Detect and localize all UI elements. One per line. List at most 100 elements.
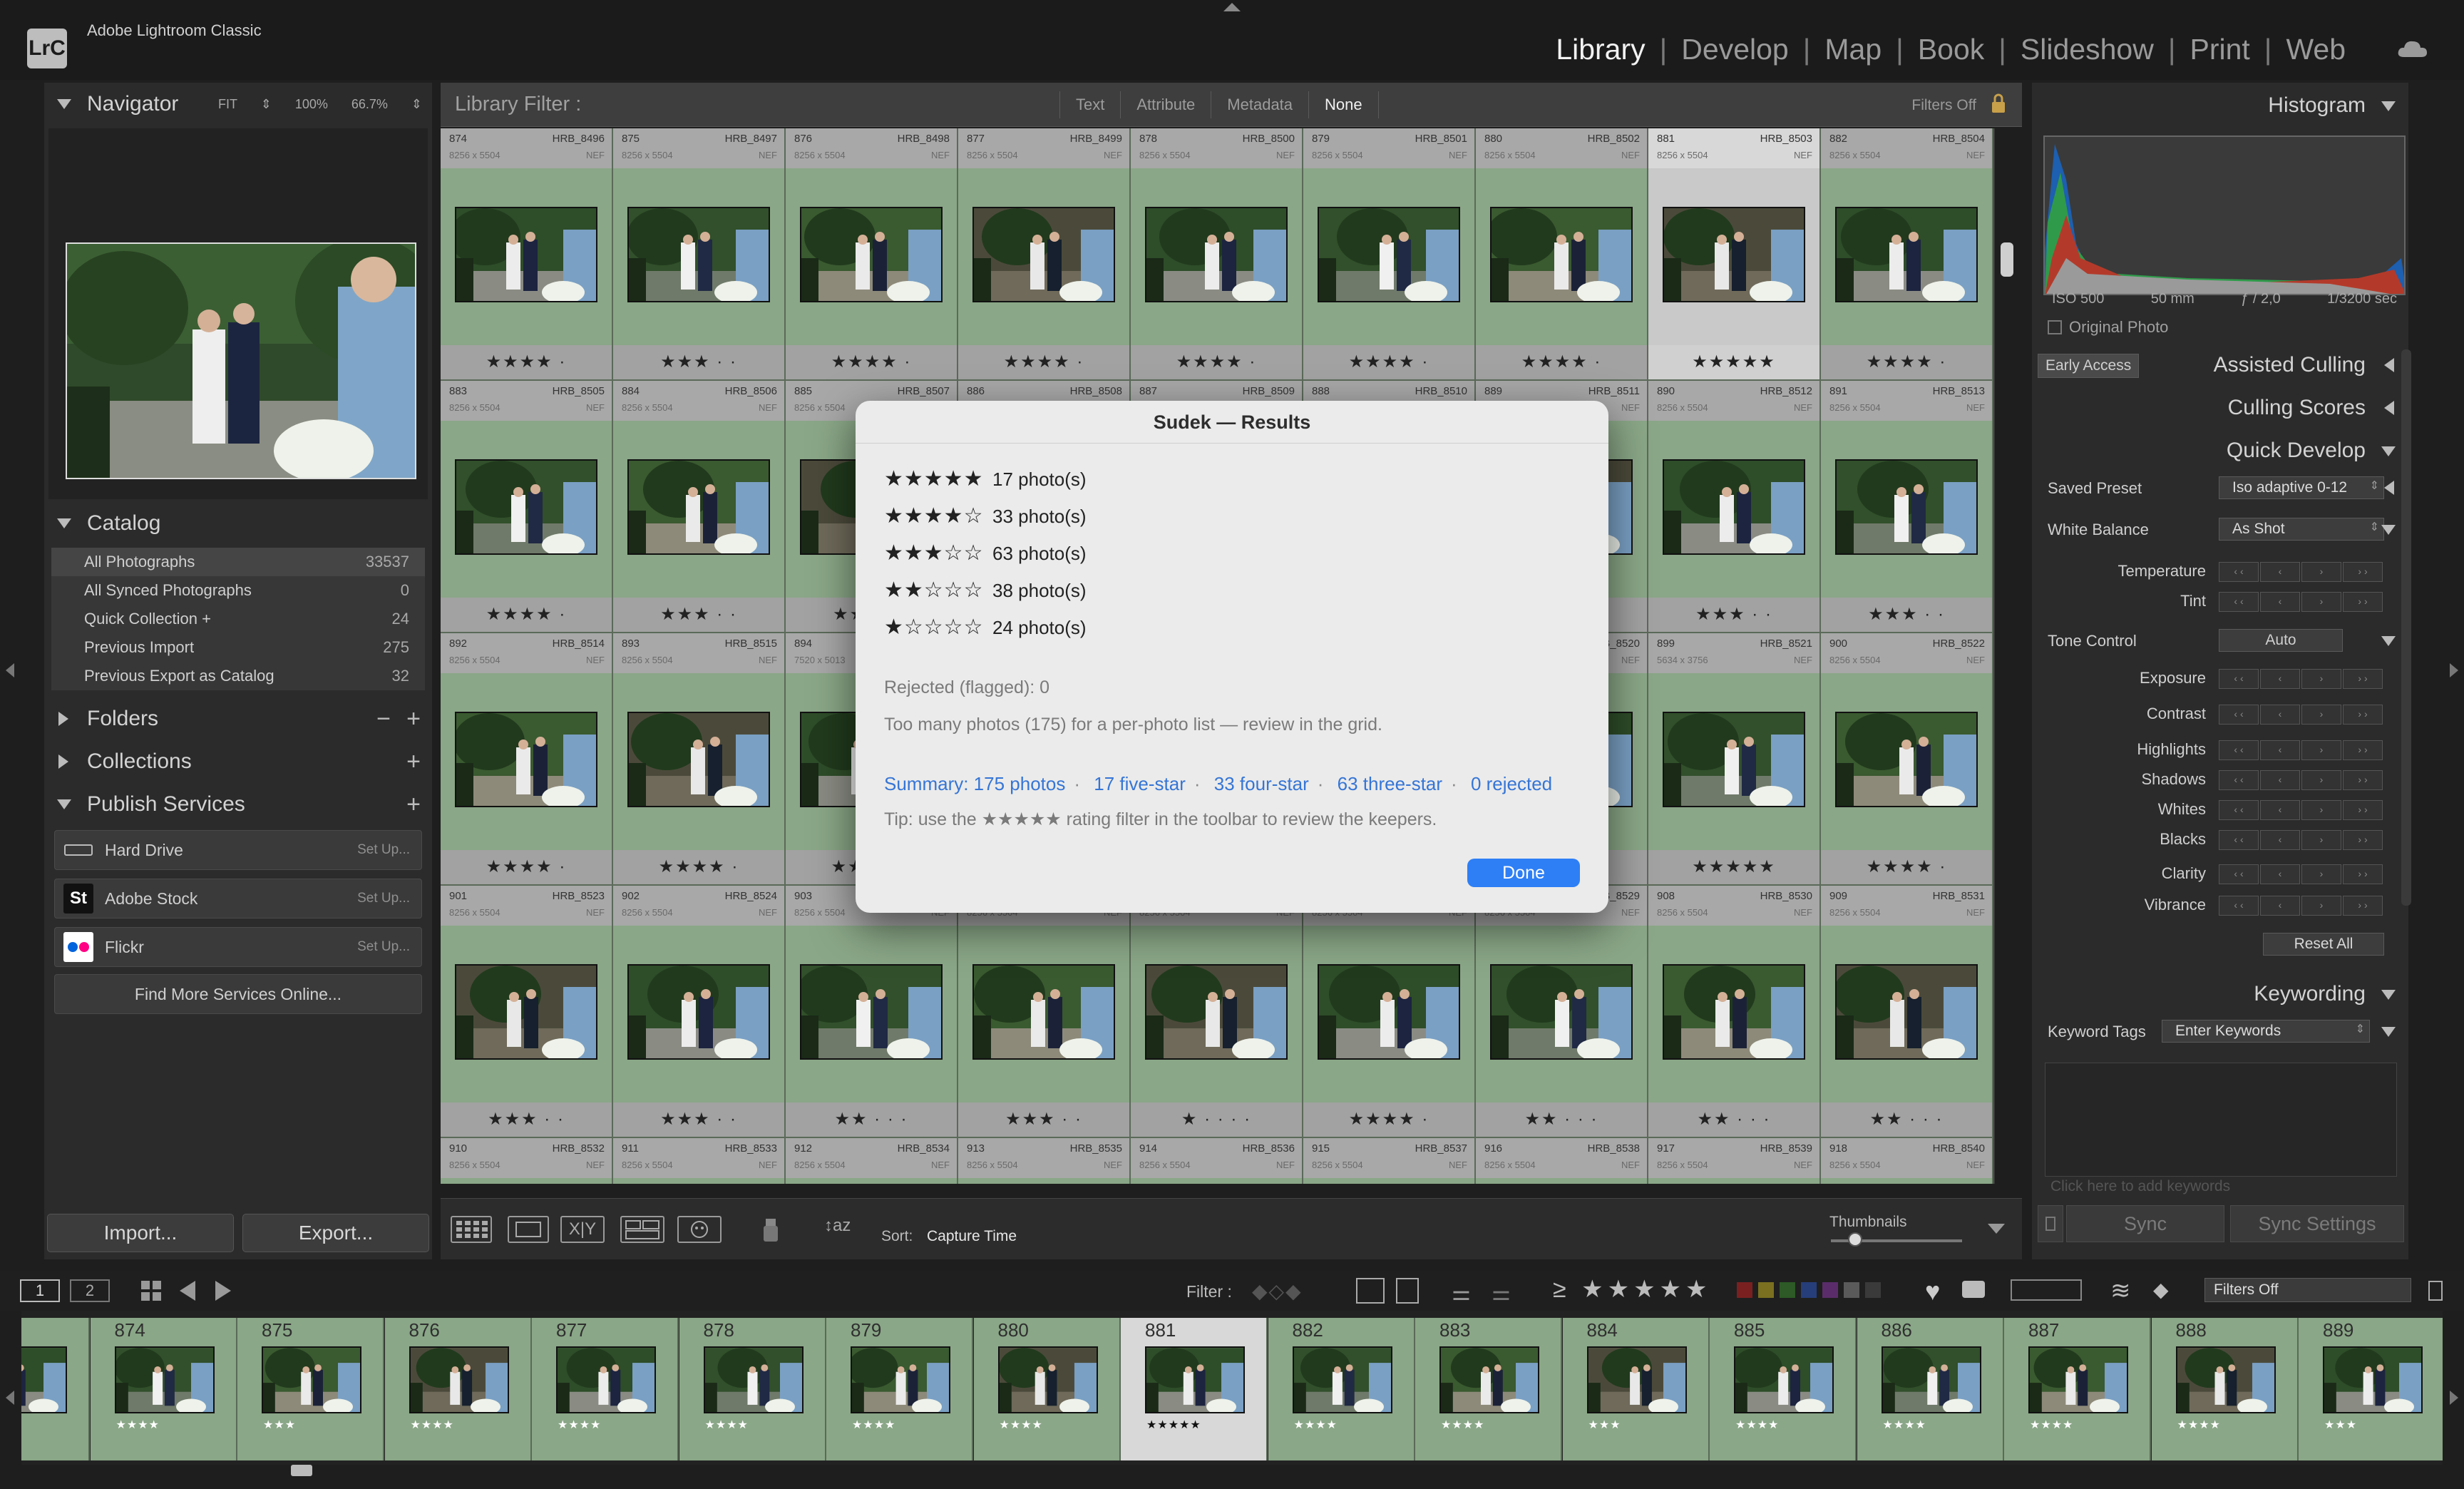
assisted-culling-header[interactable]: Assisted Culling [2032, 347, 2408, 384]
cell-rating[interactable]: ★★★ · · [441, 1102, 612, 1137]
sync-button[interactable]: Sync [2066, 1205, 2224, 1242]
summary-three-star-link[interactable]: 63 three-star [1338, 773, 1442, 794]
filmstrip-right-arrow-icon[interactable] [2450, 1391, 2458, 1405]
no-label-icon[interactable] [1865, 1282, 1881, 1298]
grid-cell[interactable]: 906HRB_85288256 x 5504NEF★★★★ · [1303, 886, 1476, 1138]
sync-toggle-icon[interactable] [2038, 1205, 2063, 1242]
photo-thumbnail[interactable] [972, 207, 1115, 302]
grid-cell[interactable]: 902 HRB_8524 8256 x 5504 NEF ★★★ · · [613, 886, 786, 1138]
right-panel-toggle-icon[interactable] [2450, 663, 2458, 677]
copy-icon[interactable] [1356, 1278, 1385, 1304]
filmstrip-cell[interactable]: 881 ★★★★★ [1121, 1318, 1268, 1460]
photo-thumbnail[interactable] [1663, 459, 1805, 555]
histogram-graph[interactable] [2043, 135, 2406, 295]
filmstrip-thumbnail[interactable] [851, 1346, 950, 1413]
filmstrip-cell[interactable]: 876 ★★★★ [384, 1318, 532, 1460]
sort-select[interactable]: Capture Time [927, 1228, 1017, 1245]
filmstrip-cell[interactable]: 887 ★★★★ [2004, 1318, 2151, 1460]
histogram-header[interactable]: Histogram [2032, 87, 2408, 124]
filmstrip-cell[interactable]: 886 ★★★★ [1857, 1318, 2004, 1460]
add-folder-icon[interactable]: + [406, 705, 421, 733]
photo-thumbnail[interactable] [1835, 459, 1978, 555]
module-library[interactable]: Library [1541, 33, 1659, 66]
grid-cell[interactable]: 911 HRB_8533 8256 x 5504 NEF [613, 1138, 786, 1184]
layers-icon[interactable]: ≋ [2110, 1276, 2131, 1305]
cell-rating[interactable]: ★★★ · · [1648, 598, 1819, 632]
service-setup-link[interactable]: Set Up... [357, 939, 410, 955]
grid-cell[interactable]: 914 HRB_8536 8256 x 5504 NEF [1131, 1138, 1303, 1184]
zoom-fit[interactable]: FIT ⇕ [218, 97, 272, 111]
green-label-icon[interactable] [1780, 1282, 1795, 1298]
saved-preset-select[interactable]: Iso adaptive 0-12 [2219, 476, 2384, 499]
grid-icon[interactable] [140, 1279, 163, 1302]
grid-cell[interactable]: 891 HRB_8513 8256 x 5504 NEF ★★★ · · [1821, 381, 1993, 633]
grid-cell[interactable]: 899 HRB_8521 5634 x 3756 NEF ★★★★★ [1648, 633, 1821, 886]
whites-adjust-buttons[interactable]: ‹ ‹ ‹ › › › [2219, 800, 2384, 820]
filter-preset-select[interactable]: Filters Off [1911, 97, 1976, 114]
summary-four-star-link[interactable]: 33 four-star [1214, 773, 1309, 794]
filmstrip-thumbnail[interactable] [1439, 1346, 1539, 1413]
service-flickr[interactable]: Flickr Set Up... [54, 927, 422, 967]
white-balance-select[interactable]: As Shot [2219, 518, 2384, 541]
lock-icon[interactable] [1991, 93, 2006, 114]
yellow-label-icon[interactable] [1758, 1282, 1774, 1298]
collections-header[interactable]: Collections + [44, 743, 432, 780]
filmstrip-cell[interactable]: 883 ★★★★ [1415, 1318, 1562, 1460]
compare-view-icon[interactable]: X|Y [560, 1216, 605, 1243]
summary-total-link[interactable]: Summary: 175 photos [884, 773, 1065, 794]
rating-filter-stars[interactable]: ≥ ★★★★★ [1553, 1275, 1712, 1304]
grid-cell[interactable]: 915 HRB_8537 8256 x 5504 NEF [1303, 1138, 1476, 1184]
filmstrip-scrollbar-thumb[interactable] [291, 1465, 312, 1476]
exposure-adjust-buttons[interactable]: ‹ ‹ ‹ › › › [2219, 669, 2384, 689]
photo-thumbnail[interactable] [627, 712, 770, 807]
module-print[interactable]: Print [2175, 33, 2264, 66]
grid-cell[interactable]: 882 HRB_8504 8256 x 5504 NEF ★★★★ · [1821, 128, 1993, 381]
cell-rating[interactable]: ★★★★ · [613, 850, 784, 884]
sort-direction-icon[interactable]: ↕az [824, 1216, 867, 1243]
back-arrow-icon[interactable] [180, 1281, 195, 1301]
temperature-adjust-buttons[interactable]: ‹ ‹ ‹ › › › [2219, 562, 2384, 582]
filmstrip-cell[interactable]: 877 ★★★★ [532, 1318, 679, 1460]
grid-cell[interactable]: 876 HRB_8498 8256 x 5504 NEF ★★★★ · [786, 128, 958, 381]
done-button[interactable]: Done [1467, 859, 1580, 887]
comment-icon[interactable] [1962, 1281, 1985, 1298]
people-view-icon[interactable] [677, 1216, 722, 1243]
grid-cell[interactable]: 892 HRB_8514 8256 x 5504 NEF ★★★★ · [441, 633, 613, 886]
filmstrip-cell[interactable]: 884 ★★★ [1562, 1318, 1710, 1460]
filmstrip-thumbnail[interactable] [1145, 1346, 1245, 1413]
red-label-icon[interactable] [1737, 1282, 1752, 1298]
cell-rating[interactable]: ★★ · · · [1648, 1102, 1819, 1137]
photo-thumbnail[interactable] [455, 964, 597, 1060]
catalog-header[interactable]: Catalog [44, 505, 432, 542]
grid-cell[interactable]: 881 HRB_8503 8256 x 5504 NEF ★★★★★ [1648, 128, 1821, 381]
grid-cell[interactable]: 900 HRB_8522 8256 x 5504 NEF ★★★★ · [1821, 633, 1993, 886]
filmstrip-thumbnail[interactable] [556, 1346, 656, 1413]
grid-cell[interactable]: 893 HRB_8515 8256 x 5504 NEF ★★★★ · [613, 633, 786, 886]
cell-rating[interactable]: ★★★★★ [1648, 850, 1819, 884]
keywording-header[interactable]: Keywording [2032, 976, 2408, 1013]
filmstrip-cell[interactable]: 880 ★★★★ [973, 1318, 1121, 1460]
cell-rating[interactable]: ★★★★ · [1303, 345, 1474, 379]
service-setup-link[interactable]: Set Up... [357, 891, 410, 906]
grid-cell[interactable]: 910 HRB_8532 8256 x 5504 NEF [441, 1138, 613, 1184]
service-adobe-stock[interactable]: St Adobe Stock Set Up... [54, 879, 422, 919]
filmstrip-cell[interactable]: 73★★★★ [21, 1318, 90, 1460]
module-map[interactable]: Map [1810, 33, 1896, 66]
photo-thumbnail[interactable] [455, 459, 597, 555]
export-button[interactable]: Export... [242, 1214, 429, 1252]
catalog-item[interactable]: All Synced Photographs 0 [51, 576, 425, 605]
collapse-top-arrow-icon[interactable] [1223, 3, 1241, 11]
filmstrip-thumbnail[interactable] [114, 1346, 215, 1413]
filter-tab-text[interactable]: Text [1059, 91, 1120, 118]
filmstrip-thumbnail[interactable] [703, 1346, 804, 1413]
cell-rating[interactable]: ★★★ · · [613, 1102, 784, 1137]
photo-thumbnail[interactable] [800, 964, 943, 1060]
virtual-copy-icon[interactable] [1396, 1278, 1419, 1304]
cell-rating[interactable]: ★★★ · · [958, 1102, 1129, 1137]
left-panel-toggle-icon[interactable] [6, 663, 14, 677]
filmstrip-filter-select[interactable]: Filters Off [2204, 1278, 2411, 1302]
zoom-100[interactable]: 100% [295, 97, 328, 111]
grid-cell[interactable]: 903HRB_85258256 x 5504NEF★★ · · · [786, 886, 958, 1138]
blacks-adjust-buttons[interactable]: ‹ ‹ ‹ › › › [2219, 830, 2384, 850]
unedited-filter-icon[interactable]: ⚌ [1492, 1281, 1511, 1306]
